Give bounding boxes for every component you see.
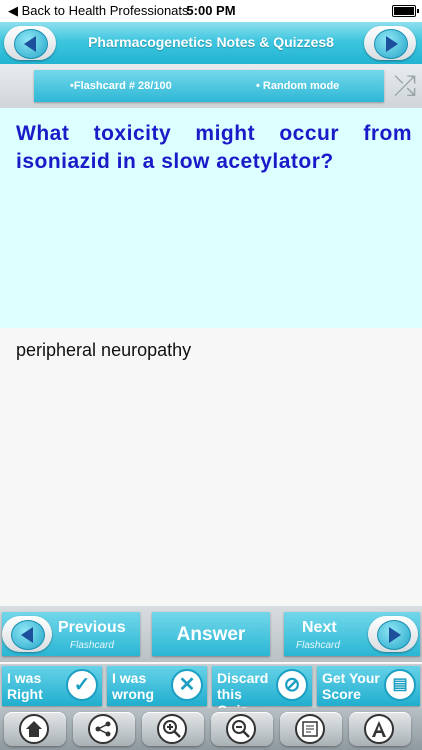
info-bar-container: •Flashcard # 28/100 • Random mode xyxy=(0,64,422,108)
share-icon xyxy=(88,714,118,744)
arrow-left-icon xyxy=(11,620,45,650)
arrow-right-icon xyxy=(377,620,411,650)
wrong-label: I was wrong xyxy=(112,670,154,702)
prohibit-icon: ⊘ xyxy=(276,669,308,701)
zoom-in-icon xyxy=(157,714,187,744)
arrow-right-icon xyxy=(374,29,408,59)
header-next-button[interactable] xyxy=(364,26,416,60)
header-prev-button[interactable] xyxy=(4,26,56,60)
score-sheet-icon: ▤ xyxy=(384,669,416,701)
tools-toolbar xyxy=(0,708,422,750)
notepad-icon xyxy=(295,714,325,744)
right-label: I was Right xyxy=(7,670,43,702)
header-bar: Pharmacogenetics Notes & Quizzes8 xyxy=(0,22,422,64)
next-sub-label: Flashcard xyxy=(296,640,340,651)
previous-flashcard-button[interactable]: Previous Flashcard xyxy=(2,612,140,656)
next-circle xyxy=(368,616,418,652)
home-button[interactable] xyxy=(4,712,66,746)
battery-icon xyxy=(392,5,419,17)
check-icon: ✓ xyxy=(66,669,98,701)
navigation-toolbar: Previous Flashcard Answer Next Flashcard xyxy=(0,606,422,662)
question-panel: What toxicity might occur from isoniazid… xyxy=(0,108,422,328)
get-score-button[interactable]: Get Your Score ▤ xyxy=(317,666,420,706)
answer-button[interactable]: Answer xyxy=(152,612,270,656)
zoom-in-button[interactable] xyxy=(142,712,204,746)
clock: 5:00 PM xyxy=(186,3,236,18)
flashcard-counter: •Flashcard # 28/100 xyxy=(70,80,172,92)
i-was-right-button[interactable]: I was Right ✓ xyxy=(2,666,102,706)
home-icon xyxy=(19,714,49,744)
question-text: What toxicity might occur from isoniazid… xyxy=(16,122,412,173)
status-bar: ◀ Back to Health Professionats 5:00 PM xyxy=(0,0,422,22)
score-label: Get Your Score xyxy=(322,670,380,702)
next-flashcard-button[interactable]: Next Flashcard xyxy=(284,612,420,656)
previous-sub-label: Flashcard xyxy=(70,640,114,651)
x-icon: ✕ xyxy=(171,669,203,701)
zoom-out-button[interactable] xyxy=(211,712,273,746)
answer-label: Answer xyxy=(176,624,246,645)
scoring-toolbar: I was Right ✓ I was wrong ✕ Discard this… xyxy=(0,664,422,718)
notes-button[interactable] xyxy=(280,712,342,746)
font-size-button[interactable] xyxy=(349,712,411,746)
font-icon xyxy=(364,714,394,744)
previous-circle xyxy=(2,616,52,652)
discard-quiz-button[interactable]: Discard this Quiz ⊘ xyxy=(212,666,312,718)
shuffle-icon[interactable]: ⤮ xyxy=(390,68,420,104)
share-button[interactable] xyxy=(73,712,135,746)
next-label: Next xyxy=(302,619,337,636)
i-was-wrong-button[interactable]: I was wrong ✕ xyxy=(107,666,207,706)
mode-label: • Random mode xyxy=(256,80,340,92)
arrow-left-icon xyxy=(14,29,48,59)
previous-label: Previous xyxy=(58,619,126,636)
info-bar: •Flashcard # 28/100 • Random mode xyxy=(34,70,384,102)
answer-text: peripheral neuropathy xyxy=(16,340,192,360)
zoom-out-icon xyxy=(226,714,256,744)
page-title: Pharmacogenetics Notes & Quizzes8 xyxy=(88,34,334,50)
